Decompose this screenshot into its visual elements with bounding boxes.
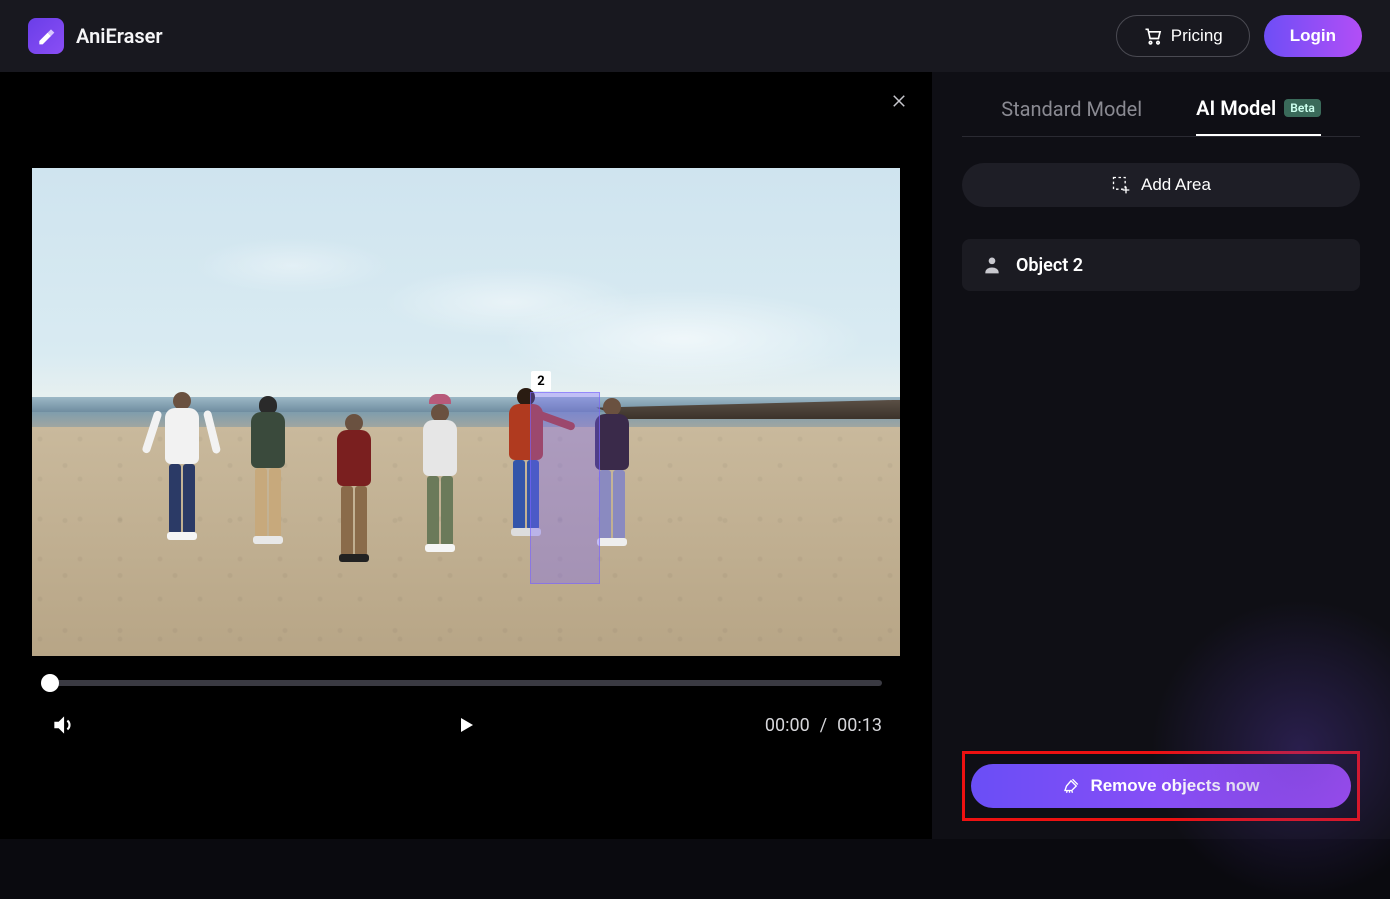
cart-icon <box>1143 26 1163 46</box>
beta-badge: Beta <box>1284 99 1321 117</box>
login-button[interactable]: Login <box>1264 15 1362 57</box>
remove-objects-button[interactable]: Remove objects now <box>971 764 1351 808</box>
pricing-button[interactable]: Pricing <box>1116 15 1250 57</box>
player-controls: 00:00 / 00:13 <box>50 712 882 738</box>
broom-icon <box>1062 777 1080 795</box>
time-duration: 00:13 <box>837 715 882 736</box>
brand: AniEraser <box>28 18 163 54</box>
close-button[interactable] <box>890 92 908 110</box>
sidebar-panel: Standard Model AI Model Beta Add Area <box>932 72 1390 839</box>
video-preview[interactable]: 2 <box>32 168 900 656</box>
editor-panel: 2 <box>0 72 932 839</box>
timeline-thumb[interactable] <box>41 674 59 692</box>
person-3 <box>324 414 384 564</box>
person-4 <box>410 404 470 564</box>
person-1 <box>152 392 212 564</box>
selection-box[interactable]: 2 <box>530 392 600 584</box>
tab-standard-model[interactable]: Standard Model <box>1001 96 1142 136</box>
main-layout: 2 <box>0 72 1390 839</box>
object-label: Object 2 <box>1016 255 1083 276</box>
selection-label: 2 <box>531 371 551 391</box>
time-current: 00:00 <box>765 715 810 736</box>
remove-highlight-box: Remove objects now <box>962 751 1360 821</box>
bg-glow <box>1150 599 1390 899</box>
add-area-label: Add Area <box>1141 175 1211 195</box>
model-tabs: Standard Model AI Model Beta <box>962 96 1360 137</box>
pricing-label: Pricing <box>1171 26 1223 46</box>
add-area-icon <box>1111 175 1131 195</box>
remove-label: Remove objects now <box>1090 776 1259 796</box>
header-actions: Pricing Login <box>1116 15 1362 57</box>
app-header: AniEraser Pricing Login <box>0 0 1390 72</box>
brand-name: AniEraser <box>76 24 163 48</box>
sky-clouds <box>32 168 900 412</box>
play-icon[interactable] <box>454 713 478 737</box>
volume-icon[interactable] <box>50 712 76 738</box>
tab-ai-model[interactable]: AI Model Beta <box>1196 96 1321 136</box>
time-sep: / <box>820 715 827 736</box>
person-2 <box>238 396 298 564</box>
app-logo-icon <box>28 18 64 54</box>
video-timeline[interactable] <box>50 680 882 686</box>
add-area-button[interactable]: Add Area <box>962 163 1360 207</box>
person-icon <box>982 255 1002 275</box>
object-item[interactable]: Object 2 <box>962 239 1360 291</box>
